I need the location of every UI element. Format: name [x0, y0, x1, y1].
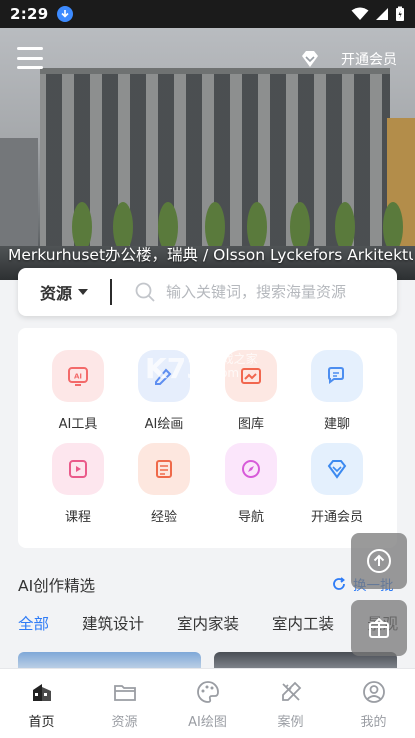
grid-item-ai-paint[interactable]: AI绘画 — [120, 350, 208, 432]
scroll-top-button[interactable] — [351, 533, 407, 589]
nav-resources-label: 资源 — [111, 715, 138, 730]
grid-item-ai-tool[interactable]: AI AI工具 — [34, 350, 122, 432]
nav-home-label: 首页 — [28, 715, 55, 730]
ai-paint-icon — [138, 350, 190, 402]
gift-button[interactable] — [351, 600, 407, 656]
tab-interior-commercial[interactable]: 室内工装 — [272, 612, 334, 640]
nav-mine[interactable]: 我的 — [332, 669, 415, 738]
status-time: 2:29 — [10, 5, 49, 23]
search-type-dropdown[interactable]: 资源 — [18, 280, 110, 304]
search-type-label: 资源 — [39, 284, 72, 303]
grid-item-course[interactable]: 课程 — [34, 443, 122, 525]
status-icons — [351, 6, 405, 22]
status-bar: 2:29 — [0, 0, 415, 28]
hero-caption: Merkurhuset办公楼，瑞典 / Olsson Lyckefors Ark… — [8, 246, 413, 264]
search-divider — [110, 279, 112, 305]
refresh-icon — [333, 577, 345, 590]
arrow-up-icon — [367, 549, 391, 573]
course-icon — [52, 443, 104, 495]
feature-grid: AI AI工具 AI绘画 图库 建聊 课程 经验 导航 开通会员 — [18, 328, 397, 548]
nav-ai-draw-label: AI绘图 — [188, 715, 227, 730]
tab-all[interactable]: 全部 — [18, 612, 49, 640]
chat-icon — [311, 350, 363, 402]
grid-item-gallery[interactable]: 图库 — [207, 350, 295, 432]
menu-icon[interactable] — [17, 47, 43, 69]
search-bar: 资源 — [18, 268, 397, 316]
nav-cases[interactable]: 案例 — [249, 669, 332, 738]
ai-tool-icon: AI — [52, 350, 104, 402]
palette-icon — [196, 681, 219, 703]
svg-text:AI: AI — [74, 373, 82, 381]
battery-icon — [396, 6, 404, 21]
nav-home[interactable]: 首页 — [0, 669, 83, 738]
compass-icon — [225, 443, 277, 495]
diamond-icon — [302, 51, 318, 67]
grid-label: AI工具 — [58, 417, 98, 432]
signal-icon — [376, 8, 388, 20]
grid-label: 导航 — [237, 510, 264, 525]
vip-diamond-icon — [311, 443, 363, 495]
tab-architecture[interactable]: 建筑设计 — [82, 612, 144, 640]
wifi-icon — [351, 7, 369, 20]
grid-item-experience[interactable]: 经验 — [120, 443, 208, 525]
nav-cases-label: 案例 — [277, 715, 304, 730]
caret-down-icon — [78, 289, 88, 295]
gallery-icon — [225, 350, 277, 402]
nav-resources[interactable]: 资源 — [83, 669, 166, 738]
design-tools-icon — [281, 681, 301, 701]
grid-item-vip[interactable]: 开通会员 — [293, 443, 381, 525]
search-icon — [135, 282, 155, 302]
grid-label: 图库 — [237, 417, 264, 432]
gift-box-icon — [369, 617, 389, 638]
experience-icon — [138, 443, 190, 495]
section-title: AI创作精选 — [18, 577, 96, 595]
vip-button[interactable]: 开通会员 — [299, 48, 397, 70]
grid-label: 开通会员 — [310, 510, 363, 525]
grid-label: 经验 — [150, 510, 177, 525]
vip-label: 开通会员 — [341, 52, 397, 68]
grid-label: AI绘画 — [144, 417, 184, 432]
bottom-nav: 首页 资源 AI绘图 案例 我的 — [0, 668, 415, 738]
download-icon — [56, 6, 73, 22]
tab-interior-home[interactable]: 室内家装 — [177, 612, 239, 640]
grid-label: 课程 — [64, 510, 91, 525]
grid-item-navigation[interactable]: 导航 — [207, 443, 295, 525]
grid-item-chat[interactable]: 建聊 — [293, 350, 381, 432]
folder-icon — [113, 685, 136, 701]
nav-mine-label: 我的 — [360, 715, 387, 730]
grid-label: 建聊 — [323, 417, 350, 432]
search-input[interactable] — [166, 283, 386, 301]
nav-ai-draw[interactable]: AI绘图 — [166, 669, 249, 738]
user-icon — [362, 681, 385, 703]
home-icon — [32, 684, 51, 701]
